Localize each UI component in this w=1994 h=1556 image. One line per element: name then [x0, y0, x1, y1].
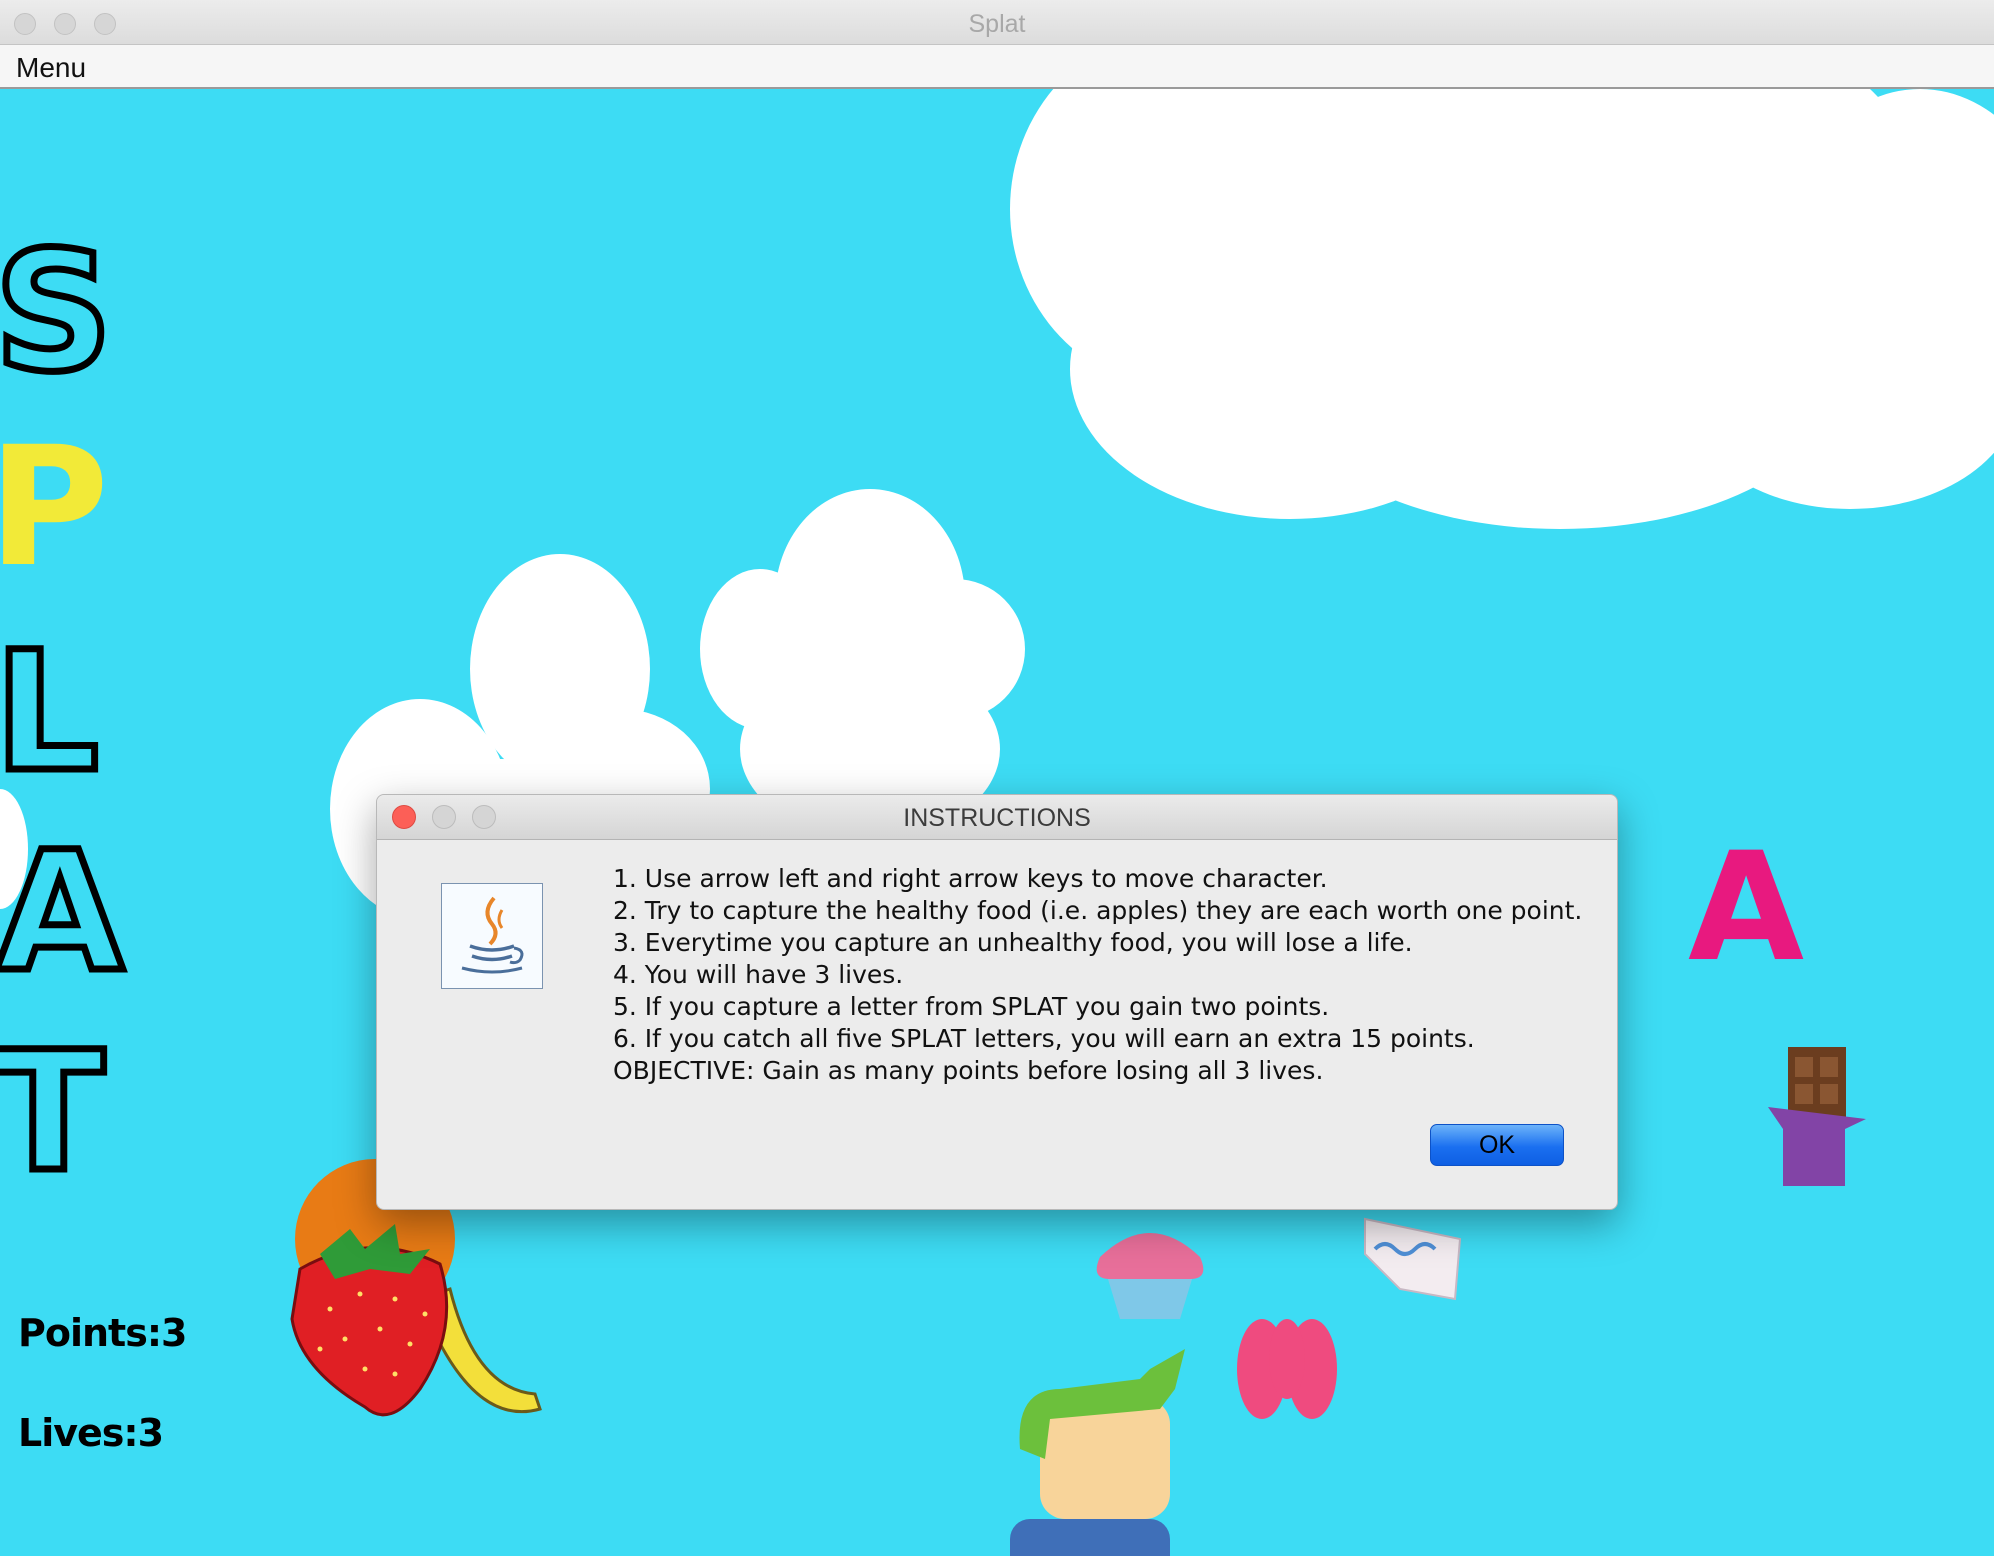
dialog-title: INSTRUCTIONS — [903, 804, 1091, 832]
instructions-list: 1. Use arrow left and right arrow keys t… — [613, 863, 1603, 1087]
instruction-line: 3. Everytime you capture an unhealthy fo… — [613, 928, 1413, 957]
falling-letter-a: A — [1688, 821, 1804, 995]
menu-item[interactable]: Menu — [16, 52, 86, 84]
instruction-line: 1. Use arrow left and right arrow keys t… — [613, 864, 1328, 893]
splat-letter-l: L — [0, 616, 99, 808]
instruction-line: 4. You will have 3 lives. — [613, 960, 904, 989]
cloud-middle — [700, 489, 1025, 839]
instructions-dialog: INSTRUCTIONS 1. Use arrow left and right… — [376, 794, 1618, 1210]
candy-icon — [1237, 1319, 1337, 1419]
player-character — [1010, 1349, 1185, 1556]
cupcake-icon — [1096, 1233, 1204, 1319]
objective-line: OBJECTIVE: Gain as many points before lo… — [613, 1056, 1324, 1085]
ok-button[interactable]: OK — [1430, 1124, 1564, 1166]
chocolate-bar-icon — [1768, 1047, 1866, 1186]
dialog-titlebar: INSTRUCTIONS — [377, 795, 1617, 840]
instruction-line: 5. If you capture a letter from SPLAT yo… — [613, 992, 1330, 1021]
lives-counter: Lives:3 — [18, 1411, 164, 1455]
splat-letter-t: T — [0, 1016, 105, 1208]
cake-slice-icon — [1364, 1217, 1462, 1301]
menu-bar: Menu — [0, 45, 1994, 89]
splat-letter-s: S — [0, 216, 113, 408]
window-title: Splat — [968, 10, 1026, 38]
java-cup-icon — [441, 883, 543, 989]
window-titlebar: Splat — [0, 0, 1994, 45]
instruction-line: 2. Try to capture the healthy food (i.e.… — [613, 896, 1583, 925]
splat-letter-p: P — [0, 411, 109, 603]
points-counter: Points:3 — [18, 1311, 187, 1355]
instruction-line: 6. If you catch all five SPLAT letters, … — [613, 1024, 1475, 1053]
splat-letter-a: A — [0, 816, 124, 1008]
cloud-large — [1010, 89, 1994, 529]
